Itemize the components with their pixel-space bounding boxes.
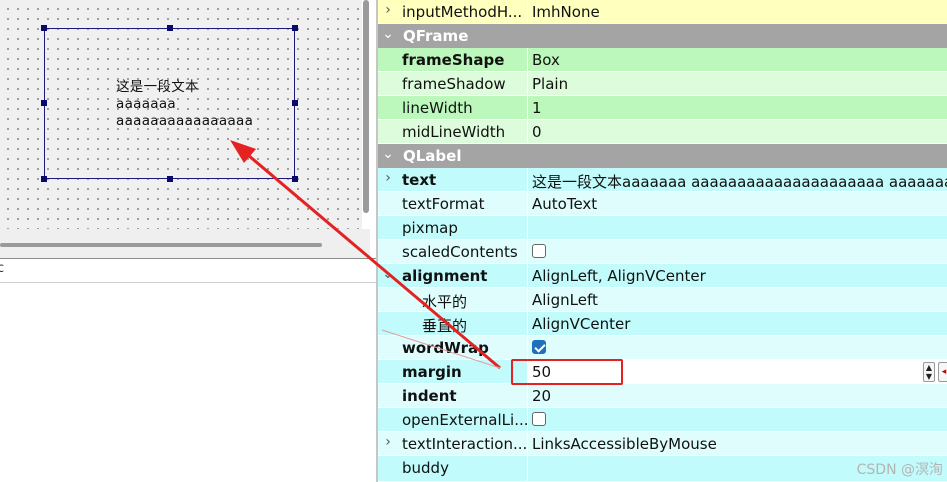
bottom-panel: c	[0, 258, 376, 482]
property-row-indent[interactable]: indent 20	[378, 384, 947, 408]
chevron-down-icon[interactable]: ⌄	[382, 146, 394, 162]
reset-icon[interactable]: ◂	[938, 362, 947, 382]
property-name: frameShadow	[402, 75, 506, 93]
property-value[interactable]: LinksAccessibleByMouse	[532, 435, 717, 453]
property-name: text	[402, 171, 437, 189]
resize-handle-bl[interactable]	[41, 176, 47, 182]
property-name: buddy	[402, 459, 449, 477]
chevron-down-icon[interactable]: ⌄	[382, 26, 394, 42]
resize-handle-mr[interactable]	[292, 100, 298, 106]
openexternallinks-checkbox[interactable]	[532, 412, 546, 426]
property-name: textInteraction...	[402, 435, 528, 453]
property-row-wordwrap[interactable]: wordWrap	[378, 336, 947, 360]
property-name: midLineWidth	[402, 123, 506, 141]
property-value[interactable]: AlignVCenter	[532, 315, 630, 333]
property-value[interactable]: 0	[532, 123, 542, 141]
property-name: textFormat	[402, 195, 485, 213]
spinbox-arrows-icon[interactable]: ▲ ▼	[923, 362, 935, 382]
property-row-textinteractionflags[interactable]: › textInteraction... LinksAccessibleByMou…	[378, 432, 947, 456]
watermark: CSDN @溟洵	[856, 462, 943, 478]
canvas-vertical-scrollbar[interactable]	[363, 0, 369, 213]
property-row-openexternallinks[interactable]: openExternalLi...	[378, 408, 947, 432]
property-name: inputMethodH...	[402, 3, 523, 21]
property-value[interactable]: 这是一段文本aaaaaaa aaaaaaaaaaaaaaaaaaaaa aaaa…	[532, 171, 947, 192]
property-row-inputmethodhints[interactable]: › inputMethodH... ImhNone	[378, 0, 947, 24]
property-row-textformat[interactable]: textFormat AutoText	[378, 192, 947, 216]
scaledcontents-checkbox[interactable]	[532, 244, 546, 258]
margin-highlight-box	[511, 359, 623, 385]
property-row-scaledcontents[interactable]: scaledContents	[378, 240, 947, 264]
property-name: 水平的	[422, 293, 468, 311]
property-row-text[interactable]: › text 这是一段文本aaaaaaa aaaaaaaaaaaaaaaaaaaa…	[378, 168, 947, 192]
wordwrap-checkbox[interactable]	[532, 340, 546, 354]
chevron-right-icon[interactable]: ›	[382, 2, 394, 18]
property-name: pixmap	[402, 219, 458, 237]
resize-handle-tl[interactable]	[41, 25, 47, 31]
property-value[interactable]: AlignLeft	[532, 291, 598, 309]
category-label: QFrame	[403, 27, 469, 45]
property-row-frameshadow[interactable]: frameShadow Plain	[378, 72, 947, 96]
property-value[interactable]: Plain	[532, 75, 568, 93]
resize-handle-bc[interactable]	[167, 176, 173, 182]
property-name: wordWrap	[402, 339, 489, 357]
property-value[interactable]: 20	[532, 387, 551, 405]
resize-handle-tr[interactable]	[292, 25, 298, 31]
property-value[interactable]: AlignLeft, AlignVCenter	[532, 267, 706, 285]
property-name: frameShape	[402, 51, 505, 69]
label-line: aaaaaaa	[116, 96, 177, 112]
label-text-preview: 这是一段文本 aaaaaaa aaaaaaaaaaaaaaaa	[116, 79, 253, 130]
property-name: lineWidth	[402, 99, 473, 117]
property-value[interactable]: ImhNone	[532, 3, 600, 21]
property-row-midlinewidth[interactable]: midLineWidth 0	[378, 120, 947, 144]
category-qframe[interactable]: ⌄ QFrame	[378, 24, 947, 48]
category-qlabel[interactable]: ⌄ QLabel	[378, 144, 947, 168]
bottom-panel-header-text: c	[0, 261, 5, 276]
property-value[interactable]: AutoText	[532, 195, 597, 213]
property-name: alignment	[402, 267, 488, 285]
property-row-linewidth[interactable]: lineWidth 1	[378, 96, 947, 120]
property-row-frameshape[interactable]: frameShape Box	[378, 48, 947, 72]
property-row-alignment[interactable]: ⌄ alignment AlignLeft, AlignVCenter	[378, 264, 947, 288]
property-name: margin	[402, 363, 462, 381]
property-value[interactable]: 1	[532, 99, 542, 117]
chevron-right-icon[interactable]: ›	[382, 170, 394, 186]
label-line: aaaaaaaaaaaaaaaa	[116, 113, 254, 129]
property-row-margin[interactable]: margin ▲▼ ◂	[378, 360, 947, 384]
property-name: openExternalLi...	[402, 411, 529, 429]
category-label: QLabel	[403, 147, 462, 165]
resize-handle-br[interactable]	[292, 176, 298, 182]
canvas-horizontal-scrollbar[interactable]	[0, 243, 322, 247]
form-canvas[interactable]: 这是一段文本 aaaaaaa aaaaaaaaaaaaaaaa	[0, 0, 362, 229]
label-line: 这是一段文本	[116, 79, 199, 95]
property-name: scaledContents	[402, 243, 518, 261]
property-editor: › inputMethodH... ImhNone ⌄ QFrame frameS…	[378, 0, 947, 482]
bottom-panel-header: c	[0, 258, 376, 283]
property-name: 垂直的	[422, 317, 468, 335]
property-value[interactable]: Box	[532, 51, 560, 69]
resize-handle-tc[interactable]	[167, 25, 173, 31]
resize-handle-ml[interactable]	[41, 100, 47, 106]
chevron-right-icon[interactable]: ›	[382, 434, 394, 450]
property-row-vertical[interactable]: 垂直的 AlignVCenter	[378, 312, 947, 336]
property-name: indent	[402, 387, 457, 405]
property-row-horizontal[interactable]: 水平的 AlignLeft	[378, 288, 947, 312]
property-row-pixmap[interactable]: pixmap	[378, 216, 947, 240]
chevron-down-icon[interactable]: ⌄	[382, 266, 394, 282]
